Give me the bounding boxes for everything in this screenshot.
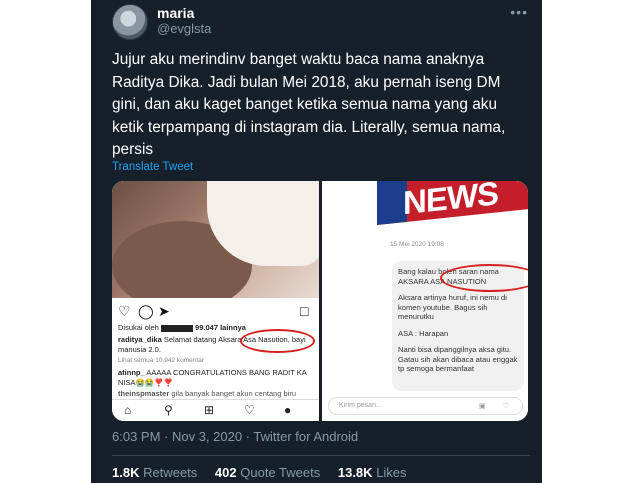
- quote-tweets-count: 402: [214, 465, 237, 480]
- liked-by-label: Disukai oleh: [118, 323, 159, 332]
- news-banner-text: NEWS: [403, 181, 498, 222]
- tweet-card: maria @evglsta ••• Jujur aku merindinv b…: [91, 0, 542, 483]
- more-options-icon[interactable]: •••: [510, 4, 528, 20]
- dm-message-4: Nanti bisa dipanggilnya aksa gitu. Gatau…: [398, 345, 518, 373]
- baby-photo: [112, 181, 319, 298]
- image-icon: ▣: [479, 403, 486, 410]
- liked-count: 99.047 lainnya: [195, 323, 246, 332]
- instagram-action-bar: ♡ ◯ ➤ □: [112, 301, 319, 323]
- retweets-stat[interactable]: 1.8K Retweets: [112, 465, 197, 480]
- dm-message-2: Aksara artinya huruf, ini nemu di komen …: [398, 293, 507, 321]
- news-banner-image: NEWS: [377, 181, 528, 225]
- likes-stat[interactable]: 13.8K Likes: [338, 465, 407, 480]
- dm-input-placeholder: Kirim pesan...: [339, 402, 382, 409]
- comment-2-line: theinspmaster gila banyak banget akun ce…: [118, 389, 296, 398]
- quote-tweets-label: Quote Tweets: [240, 465, 321, 480]
- tweet-text: Jujur aku merindinv banget waktu baca na…: [112, 51, 506, 158]
- dm-input-field[interactable]: Kirim pesan... ▣ ♡: [328, 397, 523, 415]
- likes-label: Likes: [376, 465, 407, 480]
- view-comments: Lihat semua 10.942 komentar: [118, 357, 204, 364]
- dm-timestamp: 15 Mei 2020 19:08: [390, 241, 444, 248]
- bookmark-icon: □: [300, 303, 309, 319]
- divider: [112, 455, 530, 456]
- comment-1-text-2: NISA😭😭❣️❣️: [118, 378, 173, 387]
- likes-count: 13.8K: [337, 465, 373, 480]
- caption-text-2: manusia 2.0.: [118, 345, 161, 354]
- comment-1-user: atinnp_: [118, 368, 145, 377]
- tweet-media[interactable]: ♡ ◯ ➤ □ Disukai oleh 99.047 lainnya radi…: [112, 181, 528, 421]
- red-highlight-circle: [240, 329, 315, 353]
- comment-1-line: atinnp_ AAAAA CONGRATULATIONS BANG RADIT…: [118, 368, 307, 377]
- author-handle[interactable]: @evglsta: [157, 21, 211, 36]
- translate-tweet-link[interactable]: Translate Tweet: [112, 161, 193, 173]
- quote-tweets-stat[interactable]: 402 Quote Tweets: [215, 465, 320, 480]
- caption-user: raditya_dika: [118, 335, 162, 344]
- redacted-name: [160, 324, 193, 332]
- instagram-nav-bar: ⌂ ⚲ ⊞ ♡ ●: [112, 399, 319, 421]
- heart-icon: ♡: [503, 403, 510, 410]
- tweet-timestamp[interactable]: 6:03 PM · Nov 3, 2020 · Twitter for Andr…: [112, 429, 358, 444]
- instagram-screenshot[interactable]: ♡ ◯ ➤ □ Disukai oleh 99.047 lainnya radi…: [112, 181, 319, 421]
- heart-icon: ♡: [118, 303, 131, 319]
- add-post-icon: ⊞: [204, 403, 215, 417]
- tweet-stats: 1.8K Retweets 402 Quote Tweets 13.8K Lik…: [112, 465, 421, 480]
- search-icon: ⚲: [164, 403, 173, 417]
- retweets-label: Retweets: [143, 465, 198, 480]
- dm-message-3: ASA : Harapan: [398, 328, 449, 338]
- home-icon: ⌂: [124, 403, 132, 417]
- dm-screenshot[interactable]: NEWS 15 Mei 2020 19:08 Bang kalau boleh …: [322, 181, 528, 421]
- liked-by-line: Disukai oleh 99.047 lainnya: [118, 323, 246, 332]
- comment-2-user: theinspmaster: [118, 389, 170, 398]
- comment-2-text: gila banyak banget akun centang biru: [171, 389, 297, 398]
- send-icon: ➤: [158, 303, 170, 319]
- comment-icon: ◯: [138, 303, 154, 319]
- author-name[interactable]: maria: [157, 5, 194, 21]
- comment-1-text: AAAAA CONGRATULATIONS BANG RADIT KA: [146, 368, 307, 377]
- avatar[interactable]: [112, 4, 148, 40]
- retweets-count: 1.8K: [112, 465, 140, 480]
- activity-icon: ♡: [244, 403, 255, 417]
- profile-icon: ●: [284, 403, 292, 417]
